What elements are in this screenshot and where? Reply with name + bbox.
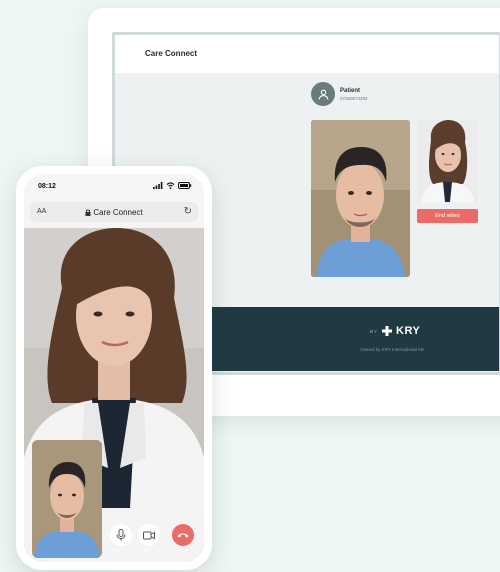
brand-logo: BY KRY	[370, 325, 420, 337]
hang-up-icon	[177, 533, 189, 538]
brand-name: KRY	[396, 325, 421, 337]
browser-address-bar[interactable]: AA Care Connect ↻	[30, 202, 198, 222]
user-icon	[318, 89, 328, 99]
video-camera-icon	[143, 531, 155, 539]
end-video-button[interactable]: End video	[417, 209, 478, 223]
microphone-button[interactable]	[110, 524, 132, 546]
self-view-video[interactable]	[32, 440, 102, 558]
wifi-icon	[166, 182, 175, 189]
camera-button[interactable]	[138, 524, 160, 546]
patient-phone: 07360674284	[340, 95, 368, 101]
patient-name: Patient	[340, 87, 361, 94]
doctor-video: Mic Video	[24, 228, 204, 562]
status-bar: 08:12	[24, 174, 204, 198]
patient-video	[311, 120, 410, 277]
doctor-thumbnail-image	[417, 120, 478, 202]
patient-video-image	[311, 120, 410, 277]
status-time: 08:12	[38, 183, 56, 190]
url-text: Care Connect	[30, 208, 198, 217]
mic-label: Mic	[114, 548, 120, 552]
hang-up-button[interactable]	[172, 524, 194, 546]
status-icons	[153, 182, 192, 189]
brand-by: BY	[370, 328, 379, 334]
app-header: Care Connect	[115, 35, 499, 73]
reload-icon[interactable]: ↻	[184, 206, 192, 217]
battery-icon	[178, 182, 192, 189]
cross-icon	[382, 326, 393, 336]
phone-device: 08:12 AA Care Connect ↻ Mic Video	[16, 166, 212, 570]
self-view-image	[32, 440, 102, 558]
camera-label: Video	[141, 548, 150, 552]
url-label: Care Connect	[93, 208, 143, 217]
doctor-video-thumbnail	[417, 120, 478, 202]
avatar	[311, 82, 335, 106]
phone-screen: 08:12 AA Care Connect ↻ Mic Video	[24, 174, 204, 562]
signal-icon	[153, 182, 163, 189]
microphone-icon	[116, 529, 126, 541]
app-title: Care Connect	[145, 49, 198, 58]
lock-icon	[85, 209, 91, 216]
patient-info: Patient 07360674284	[311, 82, 368, 106]
